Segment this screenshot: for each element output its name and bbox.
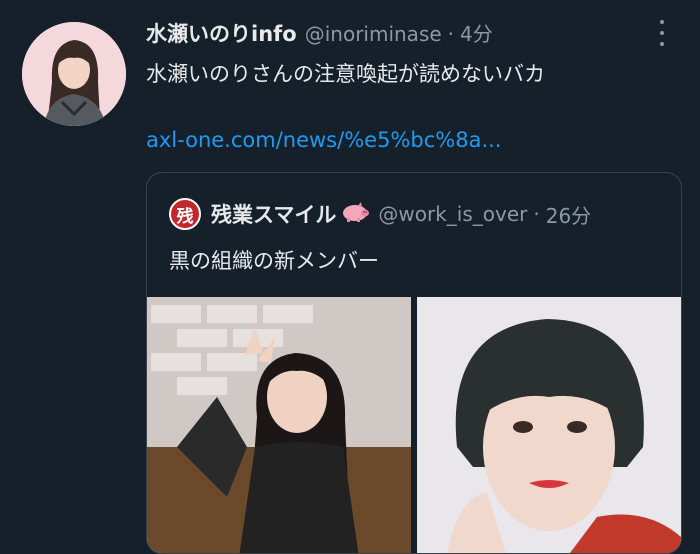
- meta-separator: ·: [447, 22, 455, 46]
- quoted-tweet-text: 黒の組織の新メンバー: [169, 249, 379, 273]
- tweet-link[interactable]: axl-one.com/news/%e5%bc%8a...: [146, 128, 501, 152]
- pig-emoji-icon: [340, 201, 370, 227]
- media-photo-right[interactable]: [417, 297, 681, 553]
- quoted-author-avatar[interactable]: 残: [169, 198, 201, 230]
- quoted-media: [147, 297, 681, 553]
- media-photo-left[interactable]: [147, 297, 411, 553]
- more-vertical-icon[interactable]: [652, 20, 672, 46]
- author-name[interactable]: 水瀬いのりinfo: [146, 18, 297, 48]
- tweet-text: 水瀬いのりさんの注意喚起が読めないバカ: [146, 62, 545, 86]
- quoted-author-handle[interactable]: @work_is_over: [378, 202, 527, 226]
- meta-separator: ·: [533, 202, 540, 226]
- author-avatar[interactable]: [22, 22, 126, 126]
- author-handle[interactable]: @inoriminase: [305, 22, 442, 46]
- tweet-header: 水瀬いのりinfo @inoriminase · 4分: [146, 18, 640, 52]
- quoted-tweet-header: 残 残業スマイル @work_is_over · 26分: [169, 197, 671, 231]
- quoted-tweet-time[interactable]: 26分: [546, 200, 591, 229]
- quoted-tweet[interactable]: 残 残業スマイル @work_is_over · 26分 黒の組織の新メンバー: [146, 172, 682, 554]
- quoted-author-name[interactable]: 残業スマイル: [211, 199, 336, 229]
- tweet-time[interactable]: 4分: [460, 18, 493, 47]
